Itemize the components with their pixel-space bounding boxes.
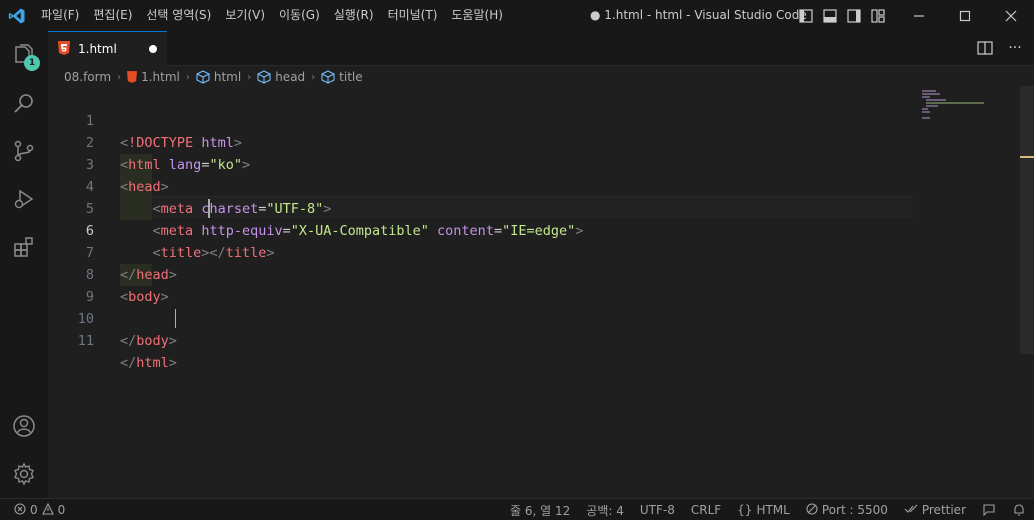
more-actions-icon[interactable]: ··· bbox=[1006, 39, 1024, 57]
editor-tab-bar: 1.html ··· bbox=[48, 31, 1034, 66]
chevron-right-icon: › bbox=[185, 71, 190, 83]
code-line: 5 <meta http-equiv="X-UA-Compatible" con… bbox=[48, 176, 988, 239]
accounts-icon[interactable] bbox=[0, 402, 48, 450]
breadcrumb-head[interactable]: head bbox=[275, 70, 305, 84]
line-number: 11 bbox=[77, 333, 94, 349]
braces-icon: {} bbox=[737, 503, 753, 517]
breadcrumb-folder[interactable]: 08.form bbox=[64, 70, 111, 84]
element-cube-icon bbox=[321, 70, 335, 84]
menu-file[interactable]: 파일(F) bbox=[34, 0, 86, 31]
language-mode[interactable]: {} HTML bbox=[729, 499, 798, 520]
tab-label: 1.html bbox=[78, 42, 117, 56]
end-of-line[interactable]: CRLF bbox=[683, 499, 729, 520]
unsaved-dot-icon[interactable] bbox=[149, 45, 157, 53]
code-line: 4 <meta charset="UTF-8"> bbox=[48, 154, 988, 217]
language-label: HTML bbox=[756, 503, 790, 517]
code-line: 3 <head> bbox=[48, 132, 988, 195]
prettier-label: Prettier bbox=[921, 503, 966, 517]
source-control-icon[interactable] bbox=[0, 127, 48, 175]
close-icon[interactable] bbox=[988, 0, 1034, 31]
code-line: 9 bbox=[48, 264, 988, 305]
warning-count: 0 bbox=[57, 503, 66, 517]
tab-1-html[interactable]: 1.html bbox=[48, 31, 167, 66]
indentation[interactable]: 공백: 4 bbox=[578, 499, 632, 520]
maximize-icon[interactable] bbox=[942, 0, 988, 31]
feedback-icon[interactable] bbox=[974, 499, 1004, 520]
status-bar: 0 0 줄 6, 열 12 공백: 4 UTF-8 CRLF {} HTML P… bbox=[0, 498, 1034, 520]
code-line: 1 <!DOCTYPE html> bbox=[48, 88, 988, 151]
bracket-cursor bbox=[175, 309, 176, 328]
customize-layout-icon[interactable] bbox=[868, 6, 888, 26]
code-line: 7 </head> bbox=[48, 220, 988, 283]
settings-gear-icon[interactable] bbox=[0, 450, 48, 498]
text-cursor bbox=[208, 199, 210, 218]
code-editor[interactable]: 1 <!DOCTYPE html> 2 <html lang="ko"> 3 <… bbox=[48, 88, 1034, 498]
prettier-status[interactable]: Prettier bbox=[896, 499, 974, 520]
html5-file-icon bbox=[58, 40, 70, 59]
breadcrumb: 08.form › 1.html › html › head › title bbox=[48, 66, 1034, 88]
code-text: </body> bbox=[120, 333, 177, 349]
cursor-position[interactable]: 줄 6, 열 12 bbox=[502, 499, 578, 520]
extensions-icon[interactable] bbox=[0, 223, 48, 271]
menu-go[interactable]: 이동(G) bbox=[272, 0, 327, 31]
window-title: ● 1.html - html - Visual Studio Code bbox=[590, 8, 807, 22]
notifications-bell-icon[interactable] bbox=[1004, 499, 1034, 520]
element-cube-icon bbox=[196, 70, 210, 84]
code-line: 11 </html> bbox=[48, 308, 988, 371]
menu-help[interactable]: 도움말(H) bbox=[444, 0, 510, 31]
breadcrumb-html[interactable]: html bbox=[214, 70, 241, 84]
chevron-right-icon: › bbox=[247, 71, 252, 83]
minimap[interactable] bbox=[920, 88, 1020, 148]
double-check-icon bbox=[904, 503, 918, 518]
code-line: 2 <html lang="ko"> bbox=[48, 110, 988, 173]
menu-edit[interactable]: 편집(E) bbox=[86, 0, 139, 31]
menu-view[interactable]: 보기(V) bbox=[218, 0, 272, 31]
menu-selection[interactable]: 선택 영역(S) bbox=[139, 0, 218, 31]
run-debug-icon[interactable] bbox=[0, 175, 48, 223]
warning-icon bbox=[41, 502, 54, 518]
error-icon bbox=[14, 502, 26, 518]
breadcrumb-title[interactable]: title bbox=[339, 70, 362, 84]
window-controls bbox=[896, 0, 1034, 31]
title-bar: 파일(F) 편집(E) 선택 영역(S) 보기(V) 이동(G) 실행(R) 터… bbox=[0, 0, 1034, 31]
toggle-panel-icon[interactable] bbox=[820, 6, 840, 26]
layout-controls bbox=[796, 0, 888, 31]
chevron-right-icon: › bbox=[117, 71, 122, 83]
breadcrumb-file[interactable]: 1.html bbox=[141, 70, 180, 84]
status-right-items: 줄 6, 열 12 공백: 4 UTF-8 CRLF {} HTML Port … bbox=[502, 499, 1034, 520]
menu-terminal[interactable]: 터미널(T) bbox=[381, 0, 445, 31]
port-label: Port : 5500 bbox=[821, 503, 888, 517]
code-line-current: 6 <title></title> bbox=[48, 198, 988, 261]
code-line: 10 </body> bbox=[48, 286, 988, 349]
element-cube-icon bbox=[257, 70, 271, 84]
vscode-logo-icon bbox=[0, 0, 34, 31]
activity-bar: 1 bbox=[0, 31, 48, 498]
search-icon[interactable] bbox=[0, 79, 48, 127]
problems-indicator[interactable]: 0 0 bbox=[14, 499, 65, 520]
toggle-primary-sidebar-icon[interactable] bbox=[796, 6, 816, 26]
code-text: </html> bbox=[120, 355, 177, 371]
minimize-icon[interactable] bbox=[896, 0, 942, 31]
error-count: 0 bbox=[30, 503, 38, 517]
explorer-icon[interactable]: 1 bbox=[0, 31, 48, 79]
circle-slash-icon bbox=[806, 502, 818, 518]
toggle-secondary-sidebar-icon[interactable] bbox=[844, 6, 864, 26]
code-line: 8 <body> bbox=[48, 242, 988, 305]
explorer-badge: 1 bbox=[24, 55, 40, 71]
file-encoding[interactable]: UTF-8 bbox=[632, 499, 683, 520]
scrollbar-cursor-marker bbox=[1020, 156, 1034, 158]
html5-file-icon bbox=[127, 71, 138, 83]
menu-bar: 파일(F) 편집(E) 선택 영역(S) 보기(V) 이동(G) 실행(R) 터… bbox=[34, 0, 510, 31]
split-editor-icon[interactable] bbox=[976, 39, 994, 57]
chevron-right-icon: › bbox=[311, 71, 316, 83]
menu-run[interactable]: 실행(R) bbox=[327, 0, 381, 31]
live-server-port[interactable]: Port : 5500 bbox=[798, 499, 896, 520]
vertical-scrollbar[interactable] bbox=[1020, 86, 1034, 354]
